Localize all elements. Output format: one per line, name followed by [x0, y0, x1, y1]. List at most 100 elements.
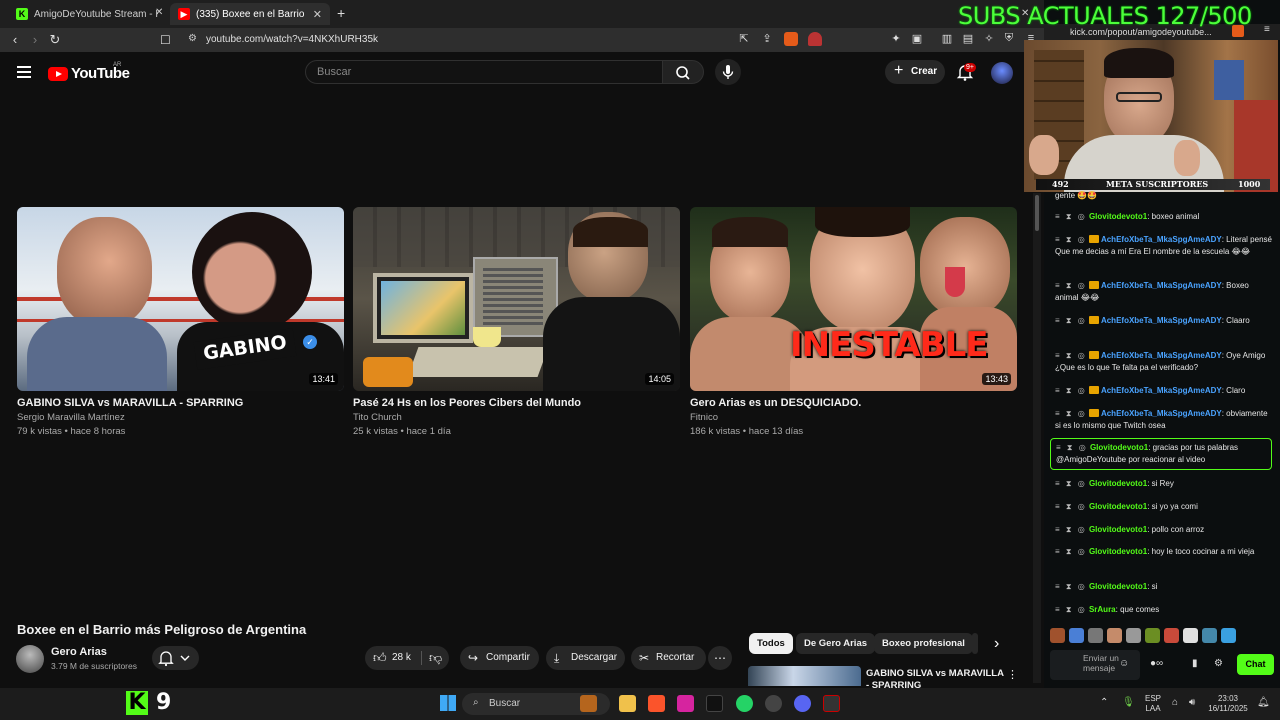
tab-kick[interactable]: K AmigoDeYoutube Stream - Kick: [8, 3, 166, 25]
video-title[interactable]: GABINO SILVA vs MARAVILLA - SPARRING: [17, 397, 344, 409]
like-button[interactable]: 👍︎ 28 k 👎︎: [365, 646, 449, 670]
chat-username[interactable]: Glovitodevoto1: [1089, 212, 1147, 221]
emote-icon[interactable]: [1107, 628, 1122, 643]
moderation-icons[interactable]: ≡ ⧗ ◎: [1055, 351, 1087, 360]
video-title[interactable]: Gero Arias es un DESQUICIADO.: [690, 397, 1017, 409]
emote-icon[interactable]: [1202, 628, 1217, 643]
bar-chart-icon[interactable]: ▮: [1192, 658, 1198, 669]
new-tab-button[interactable]: +: [337, 5, 345, 21]
chat-username[interactable]: SrAura: [1089, 605, 1116, 614]
channel-name[interactable]: Gero Arias: [51, 646, 107, 658]
emote-icon[interactable]: [1164, 628, 1179, 643]
wallet-icon[interactable]: ▤: [961, 32, 975, 46]
suggested-video-thumbnail[interactable]: [748, 666, 861, 686]
search-button[interactable]: [662, 60, 704, 84]
moderation-icons[interactable]: ≡ ⧗ ◎: [1055, 525, 1087, 534]
chevron-up-icon[interactable]: ⌃: [1100, 697, 1108, 708]
moderation-icons[interactable]: ≡ ⧗ ◎: [1055, 235, 1087, 244]
more-actions-icon[interactable]: ⋯: [708, 646, 732, 670]
file-explorer-icon[interactable]: [619, 695, 636, 712]
chat-username[interactable]: Glovitodevoto1: [1090, 443, 1148, 452]
url-field[interactable]: youtube.com/watch?v=4NKXhURH35k: [182, 31, 722, 49]
whatsapp-icon[interactable]: [736, 695, 753, 712]
brave-shields-icon[interactable]: [784, 32, 798, 46]
account-avatar[interactable]: [991, 62, 1013, 84]
moderation-icons[interactable]: ≡ ⧗ ◎: [1055, 479, 1087, 488]
share-icon[interactable]: ⇪: [760, 32, 774, 46]
video-card[interactable]: INESTABLE 13:43 Gero Arias es un DESQUIC…: [690, 207, 1017, 437]
moderation-icons[interactable]: ≡ ⧗ ◎: [1056, 443, 1088, 452]
back-icon[interactable]: ‹: [5, 32, 25, 47]
brave-rewards-icon[interactable]: [808, 32, 822, 46]
moderation-icons[interactable]: ≡ ⧗ ◎: [1055, 212, 1087, 221]
chat-username[interactable]: Glovitodevoto1: [1089, 547, 1147, 556]
chat-username[interactable]: AchEfoXbeTa_MkaSpgAmeADY: [1101, 281, 1222, 290]
leo-icon[interactable]: ✧: [982, 32, 996, 46]
gear-icon[interactable]: ⚙: [1214, 658, 1223, 669]
open-external-icon[interactable]: ⇱: [737, 32, 751, 46]
chat-username[interactable]: Glovitodevoto1: [1089, 582, 1147, 591]
channel-avatar[interactable]: [16, 645, 44, 673]
send-chat-button[interactable]: Chat: [1237, 654, 1274, 675]
video-title[interactable]: Pasé 24 Hs en los Peores Cibers del Mund…: [353, 397, 680, 409]
network-icon[interactable]: ⌂: [1172, 697, 1178, 708]
chat-username[interactable]: Glovitodevoto1: [1089, 502, 1147, 511]
instagram-icon[interactable]: [677, 695, 694, 712]
emote-icon[interactable]: [1069, 628, 1084, 643]
bookmark-icon[interactable]: ☐: [160, 33, 171, 47]
voice-search-button[interactable]: [715, 59, 741, 85]
extensions-icon[interactable]: ✦: [889, 32, 903, 46]
video-channel[interactable]: Fitnico: [690, 412, 1017, 423]
brave-browser-icon[interactable]: [648, 695, 665, 712]
chat-username[interactable]: AchEfoXbeTa_MkaSpgAmeADY: [1101, 386, 1222, 395]
search-input[interactable]: Buscar: [305, 60, 663, 84]
obs-icon[interactable]: [765, 695, 782, 712]
chip-all[interactable]: Todos: [749, 633, 793, 654]
suggested-video-title[interactable]: GABINO SILVA vs MARAVILLA - SPARRING: [866, 668, 1006, 688]
chat-username[interactable]: AchEfoXbeTa_MkaSpgAmeADY: [1101, 351, 1222, 360]
close-icon[interactable]: ✕: [313, 8, 322, 21]
notification-center-icon[interactable]: 🔔︎: [1257, 697, 1270, 708]
moderation-icons[interactable]: ≡ ⧗ ◎: [1055, 605, 1087, 614]
page-scrollbar[interactable]: [1033, 193, 1041, 683]
reload-icon[interactable]: ↻: [45, 32, 65, 48]
points-icon[interactable]: ●∞: [1150, 658, 1163, 669]
moderation-icons[interactable]: ≡ ⧗ ◎: [1055, 582, 1087, 591]
clip-button[interactable]: ✂ Recortar: [631, 646, 706, 670]
subscription-bell-button[interactable]: [152, 646, 199, 670]
video-channel[interactable]: Tito Church: [353, 412, 680, 423]
video-thumbnail[interactable]: INESTABLE 13:43: [690, 207, 1017, 391]
chevron-right-icon[interactable]: ›: [994, 635, 999, 653]
forward-icon[interactable]: ›: [25, 32, 45, 47]
menu-icon[interactable]: ≡: [1264, 24, 1270, 35]
input-language[interactable]: ESP LAA: [1141, 694, 1165, 714]
video-thumbnail[interactable]: 14:05: [353, 207, 680, 391]
moderation-icons[interactable]: ≡ ⧗ ◎: [1055, 547, 1087, 556]
emote-icon[interactable]: [1126, 628, 1141, 643]
moderation-icons[interactable]: ≡ ⧗ ◎: [1055, 281, 1087, 290]
tiktok-icon[interactable]: [706, 695, 723, 712]
volume-icon[interactable]: 🔊︎: [1189, 697, 1195, 708]
video-card[interactable]: 14:05 Pasé 24 Hs en los Peores Cibers de…: [353, 207, 680, 437]
microphone-icon[interactable]: 🎙︎: [1122, 697, 1135, 708]
emote-icon[interactable]: [1145, 628, 1160, 643]
chat-username[interactable]: AchEfoXbeTa_MkaSpgAmeADY: [1101, 409, 1222, 418]
download-button[interactable]: ⤓ Descargar: [546, 646, 625, 670]
emote-icon[interactable]: [1183, 628, 1198, 643]
moderation-icons[interactable]: ≡ ⧗ ◎: [1055, 316, 1087, 325]
thumbs-down-icon[interactable]: 👎︎: [429, 646, 442, 670]
hamburger-menu-icon[interactable]: [17, 66, 31, 78]
moderation-icons[interactable]: ≡ ⧗ ◎: [1055, 409, 1087, 418]
chip-from-channel[interactable]: De Gero Arias: [796, 633, 876, 654]
emote-icon[interactable]: [1088, 628, 1103, 643]
chat-username[interactable]: AchEfoXbeTa_MkaSpgAmeADY: [1101, 235, 1222, 244]
emote-icon[interactable]: [1221, 628, 1236, 643]
moderation-icons[interactable]: ≡ ⧗ ◎: [1055, 502, 1087, 511]
video-thumbnail[interactable]: GABINO ✓ 13:41: [17, 207, 344, 391]
voicemeeter-icon[interactable]: [823, 695, 840, 712]
video-card[interactable]: GABINO ✓ 13:41 GABINO SILVA vs MARAVILLA…: [17, 207, 344, 437]
sidebar-icon[interactable]: ▥: [940, 32, 954, 46]
emoji-icon[interactable]: ☺: [1119, 658, 1129, 669]
close-icon[interactable]: ✕: [155, 7, 163, 18]
chat-username[interactable]: Glovitodevoto1: [1089, 525, 1147, 534]
